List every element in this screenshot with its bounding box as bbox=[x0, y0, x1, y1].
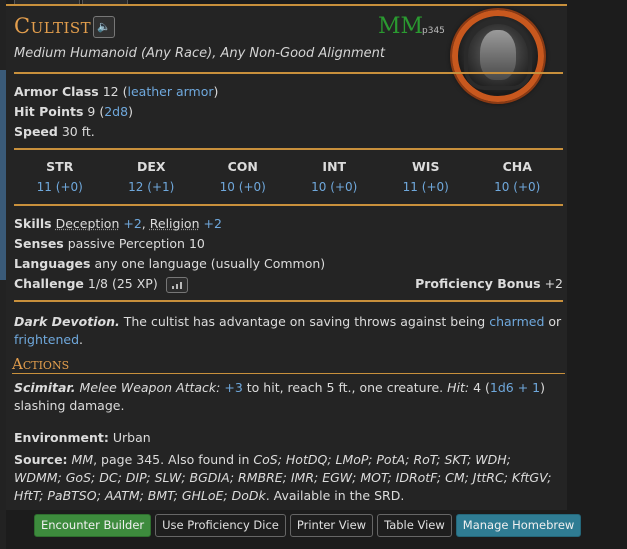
ability-roll[interactable]: 11 (+0) bbox=[14, 180, 106, 194]
source-label: Source: bbox=[14, 452, 68, 467]
senses-row: Senses passive Perception 10 bbox=[14, 236, 205, 251]
trait-text: The cultist has advantage on saving thro… bbox=[123, 314, 486, 329]
trait-dark-devotion: Dark Devotion. The cultist has advantage… bbox=[14, 313, 562, 349]
armor-link[interactable]: leather armor bbox=[128, 84, 214, 99]
challenge-label: Challenge bbox=[14, 276, 84, 291]
skill-name[interactable]: Religion bbox=[150, 216, 200, 231]
skills-row: Skills Deception +2, Religion +2 bbox=[14, 216, 222, 231]
armor-class-value: 12 bbox=[102, 84, 119, 99]
trait-text: or bbox=[548, 314, 562, 329]
ability-cha: CHA 10 (+0) bbox=[472, 159, 564, 194]
challenge-row: Challenge 1/8 (25 XP) bbox=[14, 276, 188, 293]
speed-row: Speed 30 ft. bbox=[14, 124, 95, 139]
printer-view-button[interactable]: Printer View bbox=[289, 514, 374, 537]
monster-portrait[interactable] bbox=[452, 10, 544, 102]
source-page: p345 bbox=[422, 26, 445, 36]
ability-str: STR 11 (+0) bbox=[14, 159, 106, 194]
ability-label: WIS bbox=[412, 159, 440, 174]
damage-roll[interactable]: 1d6 + 1 bbox=[490, 380, 540, 395]
ability-label: DEX bbox=[136, 159, 166, 174]
speed-value: 30 ft. bbox=[61, 124, 95, 139]
ability-label: CON bbox=[227, 159, 258, 174]
ability-roll[interactable]: 10 (+0) bbox=[472, 180, 564, 194]
hit-points-row: Hit Points 9 (2d8) bbox=[14, 104, 133, 119]
languages-value: any one language (usually Common) bbox=[94, 256, 326, 271]
speaker-icon: 🔈 bbox=[97, 20, 111, 33]
skill-name[interactable]: Deception bbox=[56, 216, 120, 231]
stat-block: Cultist 🔈 MM p345 Medium Humanoid (Any R… bbox=[6, 4, 567, 510]
hit-dice-link[interactable]: 2d8 bbox=[104, 104, 128, 119]
ability-dex: DEX 12 (+1) bbox=[106, 159, 198, 194]
environment-row: Environment: Urban bbox=[14, 430, 151, 445]
footer-buttons: Encounter Builder Use Proficiency Dice P… bbox=[34, 514, 582, 537]
condition-link-frightened[interactable]: frightened bbox=[14, 332, 79, 347]
armor-class-label: Armor Class bbox=[14, 84, 99, 99]
divider bbox=[14, 204, 563, 206]
languages-row: Languages any one language (usually Comm… bbox=[14, 256, 325, 271]
ability-label: CHA bbox=[502, 159, 532, 174]
sound-button[interactable]: 🔈 bbox=[93, 16, 115, 38]
speed-label: Speed bbox=[14, 124, 58, 139]
hit-points-value: 9 bbox=[87, 104, 96, 119]
source-row: Source: MM, page 345. Also found in CoS;… bbox=[14, 451, 562, 505]
ability-scores: STR 11 (+0) DEX 12 (+1) CON 10 (+0) INT … bbox=[14, 159, 563, 194]
ability-roll[interactable]: 12 (+1) bbox=[106, 180, 198, 194]
skill-bonus[interactable]: +2 bbox=[203, 216, 221, 231]
actions-header: Actions bbox=[12, 355, 70, 373]
damage-average: 4 ( bbox=[473, 380, 490, 395]
monster-name: Cultist bbox=[14, 14, 92, 38]
source-books: AATM; BMT; GHLoE; DoDk bbox=[104, 488, 266, 503]
manage-homebrew-button[interactable]: Manage Homebrew bbox=[455, 514, 582, 537]
languages-label: Languages bbox=[14, 256, 91, 271]
ability-con: CON 10 (+0) bbox=[197, 159, 289, 194]
portrait-hood bbox=[464, 20, 532, 90]
monster-subtitle: Medium Humanoid (Any Race), Any Non-Good… bbox=[14, 46, 385, 61]
senses-value: passive Perception 10 bbox=[67, 236, 205, 251]
action-text: to hit, reach 5 ft., one creature. bbox=[246, 380, 444, 395]
divider bbox=[14, 300, 563, 302]
proficiency-label: Proficiency Bonus bbox=[415, 276, 541, 291]
trait-name: Dark Devotion. bbox=[14, 314, 120, 329]
trait-text: . bbox=[79, 332, 83, 347]
source-abbr[interactable]: MM bbox=[378, 14, 423, 39]
ability-roll[interactable]: 10 (+0) bbox=[289, 180, 381, 194]
skill-bonus[interactable]: +2 bbox=[123, 216, 141, 231]
attack-type: Melee Weapon Attack: bbox=[79, 380, 221, 395]
challenge-value: 1/8 (25 XP) bbox=[87, 276, 158, 291]
condition-link-charmed[interactable]: charmed bbox=[489, 314, 544, 329]
ability-roll[interactable]: 11 (+0) bbox=[380, 180, 472, 194]
source-text: , page 345. Also found in bbox=[93, 452, 250, 467]
armor-class-row: Armor Class 12 (leather armor) bbox=[14, 84, 219, 99]
hit-label: Hit: bbox=[447, 380, 470, 395]
encounter-builder-button[interactable]: Encounter Builder bbox=[34, 514, 152, 537]
ability-label: INT bbox=[322, 159, 347, 174]
source-text: . Available in the SRD. bbox=[265, 488, 405, 503]
action-name: Scimitar. bbox=[14, 380, 76, 395]
ability-label: STR bbox=[46, 159, 74, 174]
environment-value: Urban bbox=[112, 430, 151, 445]
divider bbox=[14, 148, 563, 150]
proficiency-row: Proficiency Bonus +2 bbox=[415, 276, 563, 291]
ability-int: INT 10 (+0) bbox=[289, 159, 381, 194]
senses-label: Senses bbox=[14, 236, 64, 251]
hit-points-label: Hit Points bbox=[14, 104, 84, 119]
source-book: MM bbox=[71, 452, 94, 467]
environment-label: Environment: bbox=[14, 430, 109, 445]
proficiency-value: +2 bbox=[544, 276, 563, 291]
ability-wis: WIS 11 (+0) bbox=[380, 159, 472, 194]
bar-chart-icon[interactable] bbox=[165, 276, 188, 293]
to-hit-roll[interactable]: +3 bbox=[224, 380, 242, 395]
proficiency-dice-button[interactable]: Use Proficiency Dice bbox=[155, 514, 286, 537]
divider bbox=[12, 373, 565, 374]
skills-label: Skills bbox=[14, 216, 52, 231]
ability-roll[interactable]: 10 (+0) bbox=[197, 180, 289, 194]
action-scimitar: Scimitar. Melee Weapon Attack: +3 to hit… bbox=[14, 379, 562, 415]
table-view-button[interactable]: Table View bbox=[377, 514, 452, 537]
divider bbox=[14, 72, 563, 74]
